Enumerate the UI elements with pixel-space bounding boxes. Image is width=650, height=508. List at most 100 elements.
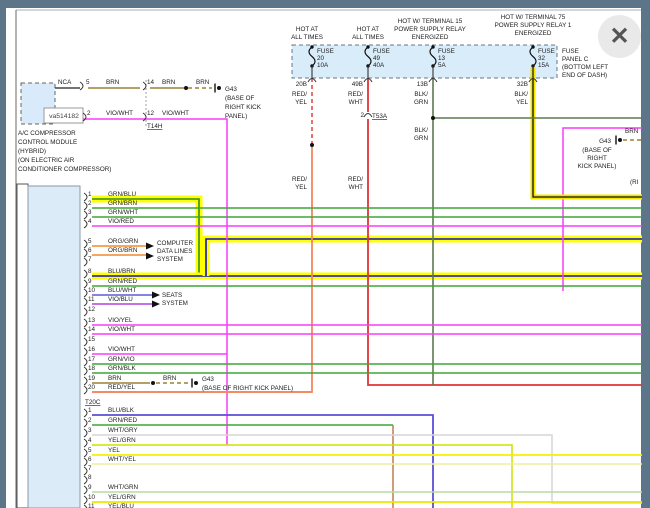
diagram-label: KICK PANEL) [578, 163, 617, 170]
diagram-label: SEATS [162, 292, 182, 299]
pin-arc-icon [84, 338, 87, 346]
pin-number: 19 [88, 375, 96, 382]
pin-arc-icon [84, 377, 87, 385]
pin-arc-icon [84, 476, 87, 484]
diagram-label: PANEL) [225, 113, 247, 120]
diagram-label: FUSE [317, 48, 334, 55]
pin-arc-icon [84, 211, 87, 219]
t20c-pin-number: 6 [88, 456, 92, 463]
pin-label: GRN/BLU [108, 191, 136, 198]
diagram-label: 5 [86, 79, 90, 86]
t20c-pin-number: 9 [88, 484, 92, 491]
t20c-pin-label: BLU/BLK [108, 407, 135, 414]
pin-label: VIO/RED [108, 218, 134, 225]
pin-arc-icon [84, 270, 87, 278]
diagram-label: YEL [295, 99, 307, 106]
diagram-label: BRN [106, 79, 120, 86]
pin-number: 17 [88, 356, 96, 363]
system-arrow-icon [152, 301, 160, 308]
diagram-label: 14 [147, 79, 155, 86]
pin-arc-icon [84, 280, 87, 288]
diagram-label: 5A [438, 62, 447, 69]
diagram-label: (BASE OF [582, 147, 612, 154]
break-icon [80, 82, 83, 90]
pin-arc-icon [84, 467, 87, 475]
break-icon [143, 113, 146, 121]
pin-label: ORG/BRN [108, 247, 138, 254]
pin-arc-icon [84, 358, 87, 366]
diagram-label: DATA LINES [157, 248, 192, 255]
pin-arc-icon [84, 298, 87, 306]
ground-dot [194, 381, 198, 385]
pin-arc-icon [84, 319, 87, 327]
diagram-label: YEL [295, 184, 307, 191]
t20c-pin-number: 7 [88, 465, 92, 472]
diagram-label: ALL TIMES [352, 34, 384, 41]
pin-number: 14 [88, 326, 96, 333]
t20c-pin-label: YEL/GRN [108, 494, 136, 501]
t20c-pin-number: 5 [88, 447, 92, 454]
pin-arc-icon [84, 496, 87, 504]
t20c-pin-number: 11 [88, 503, 95, 508]
pin-label: VIO/WHT [108, 346, 135, 353]
diagram-label: G43 [225, 86, 237, 93]
diagram-label: PANEL C [562, 56, 589, 63]
t20c-pin-number: 10 [88, 494, 96, 501]
pin-arc-icon [84, 240, 87, 248]
ground-dot [618, 138, 622, 142]
pin-label: RED/YEL [108, 384, 135, 391]
t20c-pin-number: 4 [88, 437, 92, 444]
pin-arc-icon [84, 486, 87, 494]
pin-number: 4 [88, 218, 92, 225]
diagram-label: 49 [373, 55, 381, 62]
diagram-label: WHT [349, 184, 363, 191]
connector-link-t53a[interactable]: T53A [372, 113, 388, 120]
diagram-label: COMPUTER [157, 240, 193, 247]
diagram-label: FUSE [373, 48, 390, 55]
diagram-label: BRN [196, 79, 210, 86]
wire-pin8-branch-highlighted [206, 239, 642, 276]
diagram-label: HOT AT [296, 26, 318, 33]
diagram-label: G43 [202, 376, 214, 383]
diagram-label: VIO/WHT [106, 110, 133, 117]
pin-arc-icon [84, 429, 87, 437]
pin-number: 12 [88, 306, 96, 313]
pin-arc-icon [84, 367, 87, 375]
pin-number: 18 [88, 365, 96, 372]
diagram-label: POWER SUPPLY RELAY 1 [495, 22, 572, 29]
pin-arc-icon [84, 419, 87, 427]
diagram-label: RIGHT KICK [225, 104, 262, 111]
diagram-label: ENERGIZED [515, 30, 552, 37]
splice-dot [431, 116, 435, 120]
pin-arc-icon [84, 348, 87, 356]
close-button[interactable]: ✕ [598, 15, 641, 58]
pin-label: ORG/GRN [108, 238, 139, 245]
break-icon [143, 82, 146, 90]
pin-arc-icon [84, 328, 87, 336]
pin-label: BLU/WHT [108, 287, 136, 294]
diagram-label: BLK/ [514, 91, 528, 98]
pin-number: 2 [88, 200, 92, 207]
pin-number: 16 [88, 346, 96, 353]
pin-number: 8 [88, 268, 92, 275]
diagram-label: 15A [538, 62, 550, 69]
wire-t20c1-blu-blk [92, 415, 433, 508]
t20c-pin-label: YEL/GRN [108, 437, 136, 444]
connector-link-t20c[interactable]: T20C [85, 399, 101, 406]
pin-number: 7 [88, 256, 92, 263]
splice-dot [151, 381, 155, 385]
t20c-pin-label: GRN/RED [108, 417, 137, 424]
pin-label: GRN/VIO [108, 356, 135, 363]
diagram-label: CONDITIONER COMPRESSOR) [18, 166, 111, 173]
pin-arc-icon [84, 258, 87, 266]
diagram-label: ALL TIMES [291, 34, 323, 41]
pin-label: VIO/WHT [108, 326, 135, 333]
diagram-label: HOT AT [357, 26, 379, 33]
pin-number: 13 [88, 317, 96, 324]
pin-label: GRN/BLK [108, 365, 136, 372]
t20c-pin-label: WHT/GRY [108, 427, 138, 434]
left-connector-shell [17, 184, 28, 508]
pin-number: 5 [88, 238, 92, 245]
diagram-label: (BOTTOM LEFT [562, 64, 608, 71]
connector-link-t14h[interactable]: T14H [147, 123, 163, 130]
